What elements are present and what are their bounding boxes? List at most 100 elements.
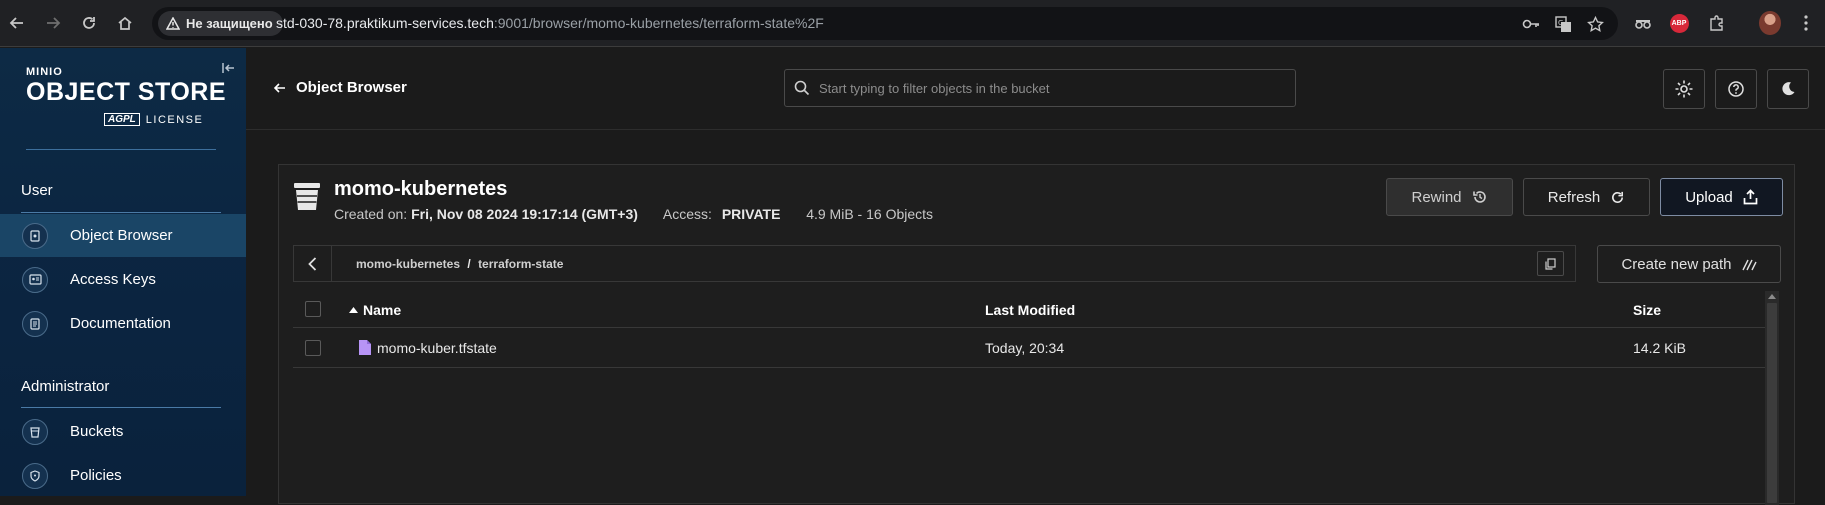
breadcrumb-back-button[interactable]	[294, 246, 332, 281]
back-to-object-browser-link[interactable]: Object Browser	[273, 79, 407, 96]
sort-asc-icon	[349, 307, 358, 313]
created-value: Fri, Nov 08 2024 19:17:14 (GMT+3)	[411, 206, 638, 222]
access-keys-icon	[22, 266, 48, 293]
sidebar-item-documentation[interactable]: Documentation	[0, 302, 246, 345]
access-value: PRIVATE	[721, 206, 781, 222]
copy-path-button[interactable]	[1537, 251, 1564, 276]
search-input[interactable]	[819, 70, 1289, 106]
url-path: :9001/browser/momo-kubernetes/terraform-…	[493, 15, 824, 31]
chevron-left-icon	[308, 256, 317, 271]
minio-logo: MINIO OBJECT STORE AGPL LICENSE	[26, 66, 227, 126]
column-header-name[interactable]: Name	[349, 302, 401, 318]
sidebar-item-label: Policies	[70, 467, 122, 484]
sidebar-item-label: Documentation	[70, 315, 171, 332]
object-filter-search	[784, 69, 1296, 107]
license-label: LICENSE	[145, 113, 204, 126]
refresh-icon	[1612, 191, 1624, 203]
security-chip[interactable]: Не защищено	[158, 11, 283, 36]
minio-wordmark: MINIO	[26, 66, 63, 78]
create-new-path-button[interactable]: Create new path	[1597, 245, 1781, 283]
breadcrumb-separator: /	[467, 257, 471, 271]
upload-button[interactable]: Upload	[1660, 178, 1783, 216]
refresh-label: Refresh	[1547, 188, 1601, 206]
column-header-size[interactable]: Size	[1633, 302, 1661, 318]
select-all-checkbox[interactable]	[305, 301, 321, 317]
adblock-icon[interactable]: ABP	[1668, 12, 1690, 34]
sidebar-item-label: Object Browser	[70, 227, 173, 244]
gear-icon	[1675, 80, 1693, 98]
created-label: Created on:	[334, 206, 408, 222]
help-button[interactable]	[1715, 69, 1757, 109]
section-user-label: User	[21, 182, 53, 199]
home-icon[interactable]	[114, 12, 136, 34]
upload-label: Upload	[1685, 188, 1733, 206]
object-browser-icon	[22, 222, 48, 249]
section-administrator-divider	[21, 407, 221, 408]
sidebar-item-label: Access Keys	[70, 271, 156, 288]
object-size: 14.2 KiB	[1633, 340, 1686, 356]
object-name[interactable]: momo-kuber.tfstate	[377, 340, 497, 356]
table-row[interactable]: momo-kuber.tfstate Today, 20:34 14.2 KiB	[293, 328, 1778, 368]
column-header-modified[interactable]: Last Modified	[985, 302, 1075, 318]
scroll-up-arrow-icon[interactable]	[1768, 294, 1776, 299]
object-modified: Today, 20:34	[985, 340, 1065, 356]
sidebar-item-policies[interactable]: Policies	[0, 454, 246, 497]
reload-icon[interactable]	[78, 12, 100, 34]
breadcrumb: momo-kubernetes / terraform-state	[356, 257, 563, 271]
rewind-label: Rewind	[1411, 188, 1462, 206]
row-checkbox[interactable]	[305, 340, 321, 356]
bookmark-star-icon[interactable]	[1584, 13, 1606, 35]
extensions-puzzle-icon[interactable]	[1705, 12, 1727, 34]
spy-extension-icon[interactable]	[1632, 12, 1654, 34]
sidebar-item-buckets[interactable]: Buckets	[0, 410, 246, 453]
scrollbar-thumb[interactable]	[1767, 303, 1777, 503]
rewind-button[interactable]: Rewind	[1386, 178, 1513, 216]
table-scrollbar[interactable]	[1765, 291, 1779, 505]
brand-divider	[26, 149, 216, 150]
bucket-panel: momo-kubernetes Created on: Fri, Nov 08 …	[278, 164, 1795, 505]
browser-menu-icon[interactable]	[1795, 12, 1817, 34]
back-arrow-icon[interactable]	[6, 12, 28, 34]
bucket-name: momo-kubernetes	[334, 178, 508, 200]
agpl-mark: AGPL	[104, 113, 140, 126]
upload-icon	[1743, 189, 1758, 205]
forward-arrow-icon[interactable]	[42, 12, 64, 34]
url-text: std-030-78.praktikum-services.tech:9001/…	[276, 15, 824, 31]
collapse-sidebar-icon[interactable]	[220, 59, 238, 77]
bucket-icon	[294, 183, 320, 210]
copy-icon	[1545, 257, 1556, 270]
buckets-icon	[22, 418, 48, 445]
new-path-icon	[1741, 259, 1757, 270]
back-arrow-icon	[273, 82, 285, 93]
settings-button[interactable]	[1663, 69, 1705, 109]
security-label: Не защищено	[186, 16, 273, 31]
breadcrumb-folder[interactable]: terraform-state	[478, 257, 563, 271]
sidebar: MINIO OBJECT STORE AGPL LICENSE User Obj…	[0, 48, 246, 496]
warning-icon	[166, 17, 180, 30]
table-header: Name Last Modified Size	[293, 291, 1778, 328]
translate-icon[interactable]: G	[1552, 13, 1574, 35]
bucket-usage: 4.9 MiB - 16 Objects	[806, 206, 934, 222]
url-host: std-030-78.praktikum-services.tech	[276, 15, 494, 31]
breadcrumb-bucket[interactable]: momo-kubernetes	[356, 257, 460, 271]
password-key-icon[interactable]	[1520, 13, 1542, 35]
search-icon	[794, 80, 810, 96]
browser-toolbar: Не защищено std-030-78.praktikum-service…	[0, 0, 1825, 47]
moon-icon	[1782, 82, 1795, 96]
theme-toggle-button[interactable]	[1767, 69, 1809, 109]
back-link-label: Object Browser	[296, 79, 407, 96]
sidebar-item-label: Buckets	[70, 423, 124, 440]
sidebar-item-object-browser[interactable]: Object Browser	[0, 214, 246, 257]
column-name-label: Name	[363, 302, 402, 318]
address-bar[interactable]: Не защищено std-030-78.praktikum-service…	[152, 7, 1618, 40]
brand-title: OBJECT STORE	[26, 78, 227, 106]
history-icon	[1472, 191, 1486, 203]
profile-avatar[interactable]	[1759, 11, 1781, 35]
bucket-meta: Created on: Fri, Nov 08 2024 19:17:14 (G…	[334, 206, 933, 222]
app-header: Object Browser	[246, 48, 1825, 130]
refresh-button[interactable]: Refresh	[1523, 178, 1650, 216]
section-administrator-label: Administrator	[21, 378, 110, 395]
sidebar-item-access-keys[interactable]: Access Keys	[0, 258, 246, 301]
license-badge: AGPL LICENSE	[104, 113, 203, 126]
svg-text:G: G	[1558, 19, 1563, 27]
